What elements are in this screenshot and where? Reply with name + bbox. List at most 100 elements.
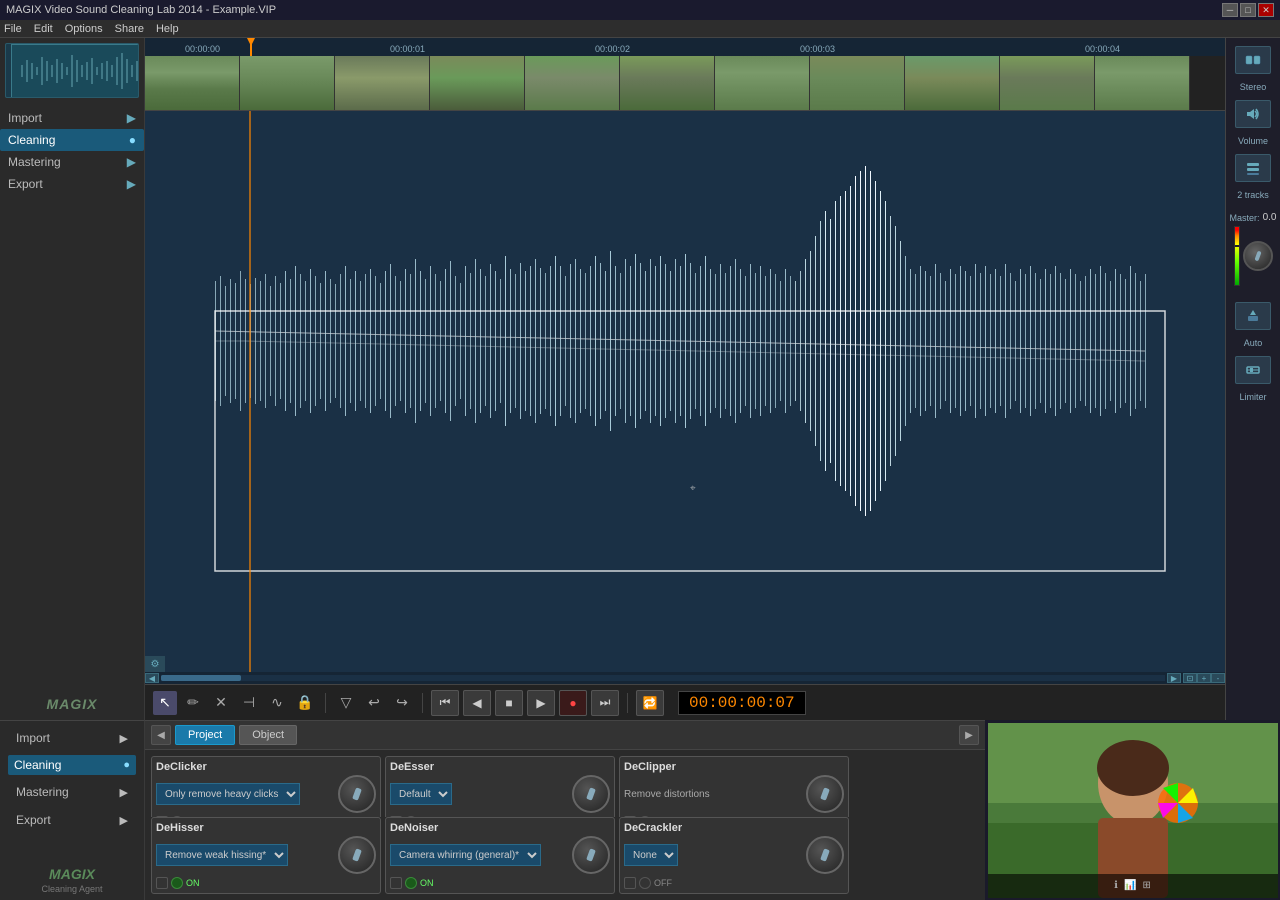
stop-btn[interactable]: ■: [495, 690, 523, 716]
tab-project[interactable]: Project: [175, 725, 235, 745]
effects-row-2: DeHisser Remove weak hissing* ON: [145, 817, 985, 900]
preview-expand-btn[interactable]: ⊞: [1142, 880, 1150, 891]
scroll-right-btn[interactable]: ▶: [1167, 673, 1181, 683]
menu-edit[interactable]: Edit: [34, 23, 53, 35]
tool-fade-btn[interactable]: ▽: [334, 691, 358, 715]
preview-stats-btn[interactable]: 📊: [1124, 880, 1136, 891]
effect-dehisser-knob[interactable]: [338, 836, 376, 874]
nav-mastering-label: Mastering: [8, 155, 61, 169]
zoom-in-btn[interactable]: +: [1197, 673, 1211, 683]
preview-background: [988, 723, 1278, 898]
close-button[interactable]: ✕: [1258, 3, 1274, 17]
master-label: Master:: [1230, 213, 1260, 223]
nav-bottom-cleaning[interactable]: Cleaning ●: [8, 755, 136, 775]
effect-denoiser-checkbox[interactable]: [390, 877, 402, 889]
effect-decrackler-led[interactable]: [639, 877, 651, 889]
h-scrollbar[interactable]: ◀ ▶ ⊡ + -: [145, 672, 1225, 684]
nav-export[interactable]: Export ▶: [0, 173, 144, 195]
effect-deesser-select[interactable]: Default: [390, 783, 452, 805]
effect-decrackler-checkbox[interactable]: [624, 877, 636, 889]
nav-mastering[interactable]: Mastering ▶: [0, 151, 144, 173]
limiter-button[interactable]: [1235, 356, 1271, 384]
tool-redo-btn[interactable]: ↪: [390, 691, 414, 715]
video-thumb-3: [430, 56, 525, 111]
zoom-fit-btn[interactable]: ⊡: [1183, 673, 1197, 683]
effect-declipper-content: Remove distortions: [624, 787, 802, 802]
tool-lock-btn[interactable]: 🔒: [293, 691, 317, 715]
effect-denoiser-select[interactable]: Camera whirring (general)*: [390, 844, 541, 866]
tool-undo-btn[interactable]: ↩: [362, 691, 386, 715]
auto-button[interactable]: [1235, 302, 1271, 330]
master-knob[interactable]: [1243, 241, 1273, 271]
effect-dehisser-checkbox[interactable]: [156, 877, 168, 889]
back-btn[interactable]: ◀: [463, 690, 491, 716]
nav-bottom-mastering[interactable]: Mastering ▶: [8, 781, 136, 803]
zoom-out-btn[interactable]: -: [1211, 673, 1225, 683]
tab-object[interactable]: Object: [239, 725, 297, 745]
effect-declipper-knob[interactable]: [806, 775, 844, 813]
tool-select-btn[interactable]: ↖: [153, 691, 177, 715]
settings-icon[interactable]: ⚙: [145, 656, 165, 672]
effect-declicker-knob[interactable]: [338, 775, 376, 813]
volume-label: Volume: [1238, 136, 1268, 146]
skip-back-btn[interactable]: ⏮: [431, 690, 459, 716]
menu-file[interactable]: File: [4, 23, 22, 35]
time-marker-0: 00:00:00: [185, 44, 220, 54]
record-btn[interactable]: ●: [559, 690, 587, 716]
menu-bar: File Edit Options Share Help: [0, 20, 1280, 38]
nav-cleaning[interactable]: Cleaning ●: [0, 129, 144, 151]
nav-bottom-export[interactable]: Export ▶: [8, 809, 136, 831]
effect-declicker-name: DeClicker: [156, 761, 376, 773]
maximize-button[interactable]: □: [1240, 3, 1256, 17]
tool-curve-btn[interactable]: ∿: [265, 691, 289, 715]
nav-bottom-import[interactable]: Import ▶: [8, 727, 136, 749]
skip-forward-btn[interactable]: ⏭: [591, 690, 619, 716]
effect-denoiser-knob[interactable]: [572, 836, 610, 874]
nav-import-icon: ▶: [127, 111, 136, 125]
effect-deesser-body: Default: [390, 775, 610, 813]
video-thumb-4: [525, 56, 620, 111]
video-thumb-8: [905, 56, 1000, 111]
stereo-button[interactable]: [1235, 46, 1271, 74]
effect-denoiser-led[interactable]: [405, 877, 417, 889]
tool-erase-btn[interactable]: ✕: [209, 691, 233, 715]
effect-denoiser-toggle-label: ON: [420, 878, 434, 888]
menu-share[interactable]: Share: [115, 23, 144, 35]
waveform-overview: [5, 43, 139, 98]
cleaning-agent-label: Cleaning Agent: [41, 884, 102, 894]
volume-button[interactable]: [1235, 100, 1271, 128]
scrollbar-thumb[interactable]: [161, 675, 241, 681]
effect-decrackler-knob-indicator: [820, 848, 830, 861]
effect-dehisser-select[interactable]: Remove weak hissing*: [156, 844, 288, 866]
effect-decrackler-knob[interactable]: [806, 836, 844, 874]
scroll-left-btn[interactable]: ◀: [145, 673, 159, 683]
minimize-button[interactable]: ─: [1222, 3, 1238, 17]
effect-decrackler-select[interactable]: None: [624, 844, 678, 866]
effect-declicker-select[interactable]: Only remove heavy clicks: [156, 783, 300, 805]
effects-next-btn[interactable]: ▶: [959, 725, 979, 745]
effect-card-decrackler: DeCrackler None OFF: [619, 817, 849, 894]
separator-1: [325, 693, 326, 713]
effect-dehisser-led[interactable]: [171, 877, 183, 889]
effect-declipper-knob-indicator: [820, 787, 830, 800]
tool-draw-btn[interactable]: ✏: [181, 691, 205, 715]
effect-deesser-knob[interactable]: [572, 775, 610, 813]
logo-area: MAGIX: [0, 688, 144, 720]
nav-import[interactable]: Import ▶: [0, 107, 144, 129]
video-thumb-0: [145, 56, 240, 111]
tool-split-btn[interactable]: ⊣: [237, 691, 261, 715]
tracks-button[interactable]: [1235, 154, 1271, 182]
separator-2: [422, 693, 423, 713]
effect-decrackler-body: None: [624, 836, 844, 874]
effect-decrackler-footer: OFF: [624, 877, 844, 889]
play-btn[interactable]: ▶: [527, 690, 555, 716]
main-layout: Import ▶ Cleaning ● Mastering ▶ Export ▶…: [0, 38, 1280, 720]
nav-export-label: Export: [8, 177, 43, 191]
effects-prev-btn[interactable]: ◀: [151, 725, 171, 745]
preview-info-btn[interactable]: ℹ: [1114, 880, 1118, 891]
menu-options[interactable]: Options: [65, 23, 103, 35]
timeline-area: 00:00:00 00:00:01 00:00:02 00:00:03 00:0…: [145, 38, 1225, 684]
loop-btn[interactable]: 🔁: [636, 690, 664, 716]
waveform-main[interactable]: ⌖: [145, 111, 1225, 672]
menu-help[interactable]: Help: [156, 23, 179, 35]
